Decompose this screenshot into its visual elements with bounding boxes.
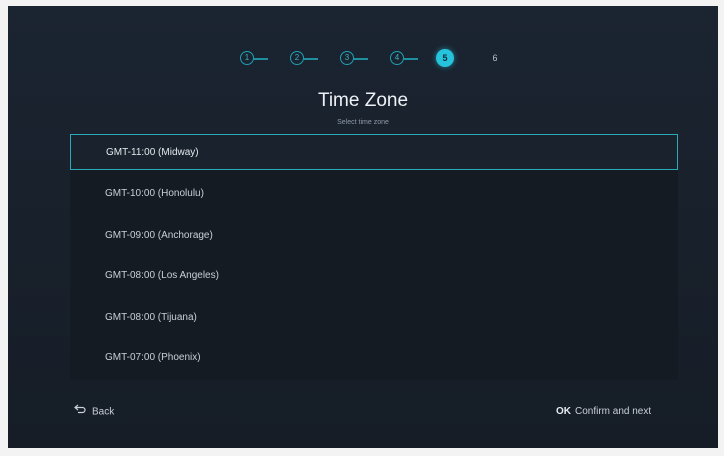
setup-screen: 1 2 3 4 5 6 Time Zone Select time zone G…	[8, 6, 718, 448]
timezone-item[interactable]: GMT-11:00 (Midway)	[70, 134, 678, 170]
step-1-indicator: 1	[240, 51, 254, 65]
confirm-label: Confirm and next	[575, 406, 652, 417]
stepper-line	[404, 58, 418, 60]
timezone-item[interactable]: GMT-09:00 (Anchorage)	[70, 218, 678, 254]
step-3-indicator: 3	[340, 51, 354, 65]
back-label: Back	[92, 406, 115, 418]
confirm-next-button[interactable]: OK Confirm and next	[556, 404, 651, 420]
step-2-indicator: 2	[290, 51, 304, 65]
back-button[interactable]: Back	[74, 404, 114, 420]
step-5-indicator: 5	[436, 49, 454, 67]
stepper-line	[304, 58, 318, 60]
timezone-item[interactable]: GMT-08:00 (Los Angeles)	[70, 258, 678, 294]
step-6-indicator: 6	[492, 53, 498, 63]
timezone-item[interactable]: GMT-07:00 (Phoenix)	[70, 340, 678, 376]
timezone-list[interactable]: GMT-11:00 (Midway) GMT-10:00 (Honolulu) …	[70, 134, 678, 380]
setup-stepper: 1 2 3 4 5 6	[233, 48, 513, 70]
stepper-line	[254, 58, 268, 60]
ok-key-icon: OK	[556, 406, 571, 417]
page-subtitle: Select time zone	[337, 119, 389, 126]
step-4-indicator: 4	[390, 51, 404, 65]
stepper-line	[354, 58, 368, 60]
timezone-item[interactable]: GMT-08:00 (Tijuana)	[70, 300, 678, 336]
page-title: Time Zone	[317, 90, 409, 111]
back-arrow-icon	[74, 404, 86, 420]
timezone-item[interactable]: GMT-10:00 (Honolulu)	[70, 176, 678, 212]
